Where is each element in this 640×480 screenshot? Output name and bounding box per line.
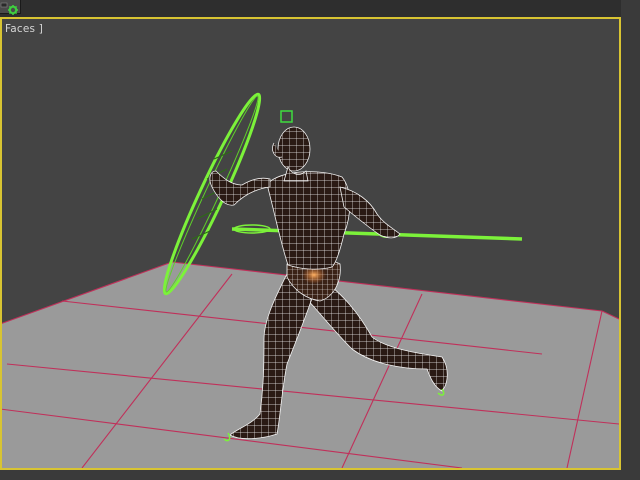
toolbar-tool-button[interactable] [0,0,21,15]
top-toolbar-strip [0,0,640,17]
bottom-strip [0,470,640,480]
right-panel-edge [621,0,640,480]
settings-gear-icon [0,2,18,15]
app-window: Faces ] [0,0,640,480]
perspective-viewport[interactable]: Faces ] [0,17,621,470]
scene-canvas[interactable] [2,19,619,468]
viewport-label[interactable]: Faces ] [5,23,43,35]
